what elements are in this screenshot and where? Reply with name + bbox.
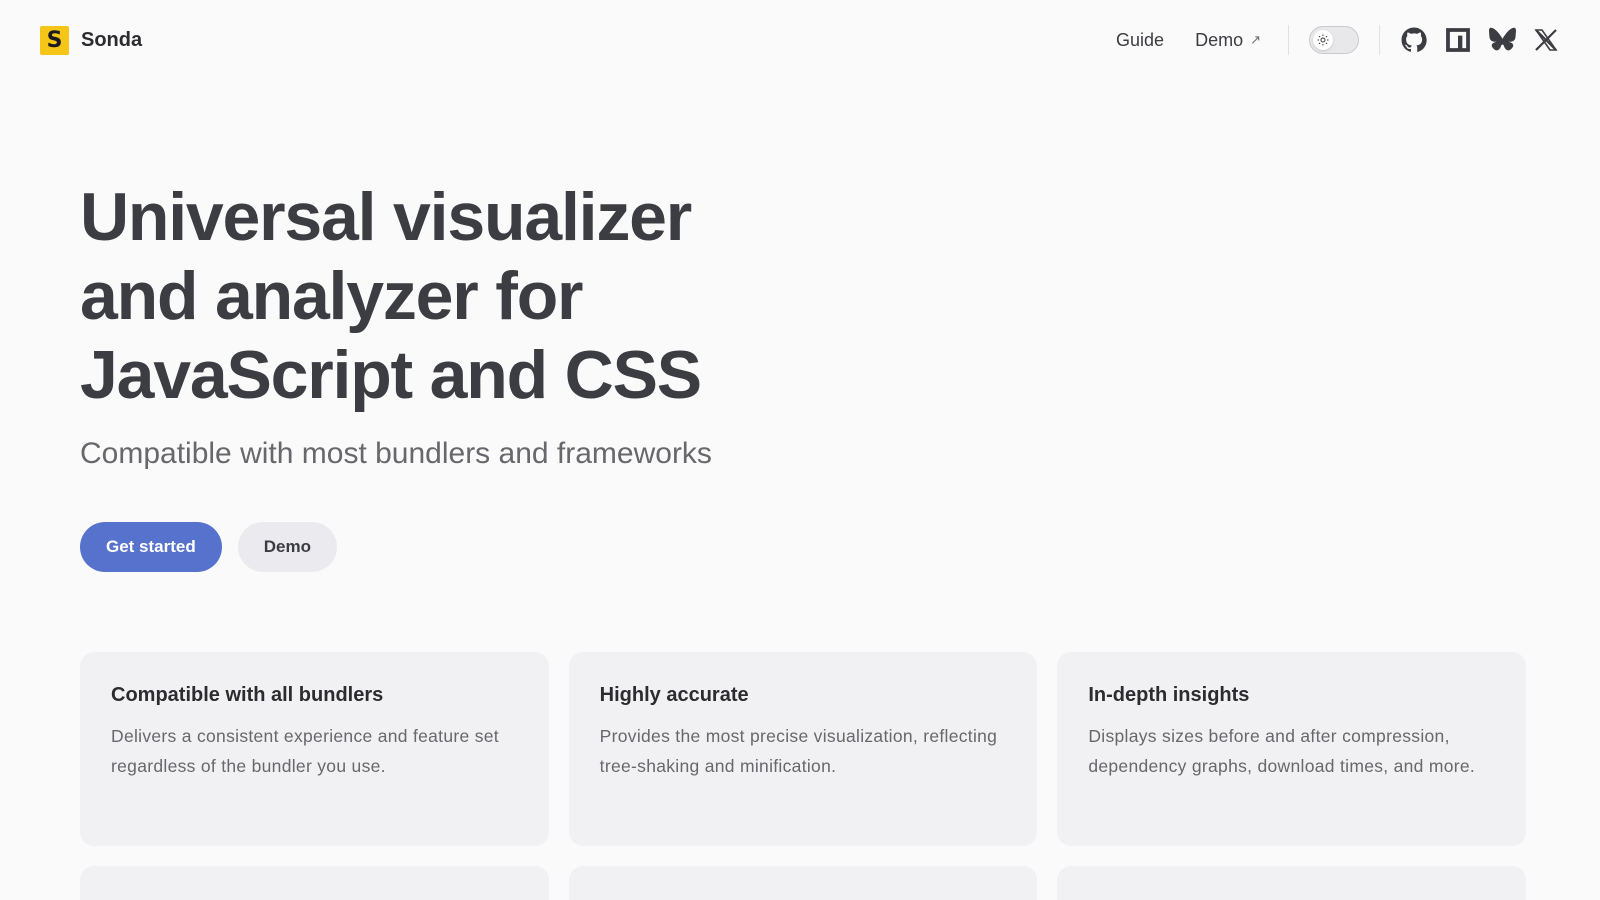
social-links	[1400, 26, 1560, 54]
feature-title: Compatible with all bundlers	[111, 684, 384, 706]
hero-title-line: JavaScript and CSS	[80, 337, 702, 413]
hero: Universal visualizer and analyzer for Ja…	[80, 178, 880, 471]
get-started-button[interactable]: Get started	[80, 522, 222, 572]
npm-icon[interactable]	[1444, 26, 1472, 54]
feature-card	[80, 866, 549, 900]
feature-card: Highly accurate Provides the most precis…	[568, 652, 1038, 846]
sonda-logo: S	[40, 25, 69, 55]
hero-actions: Get started Demo	[80, 522, 337, 572]
feature-description: Provides the most precise visualization,…	[599, 726, 998, 776]
nav-link-guide[interactable]: Guide	[1116, 30, 1164, 51]
feature-card	[1057, 866, 1526, 900]
demo-button[interactable]: Demo	[237, 522, 337, 572]
feature-card: Compatible with all bundlers Delivers a …	[80, 652, 549, 846]
x-icon[interactable]	[1532, 26, 1560, 54]
nav-divider	[1379, 25, 1380, 55]
theme-toggle[interactable]	[1309, 26, 1359, 54]
brand-home-link[interactable]: S Sonda	[40, 25, 143, 55]
feature-card: In-depth insights Displays sizes before …	[1057, 652, 1526, 846]
sun-icon	[1313, 30, 1333, 50]
hero-title: Universal visualizer and analyzer for Ja…	[80, 178, 880, 415]
feature-description: Delivers a consistent experience and fea…	[111, 726, 499, 776]
feature-description: Displays sizes before and after compress…	[1088, 726, 1476, 776]
features-grid: Compatible with all bundlers Delivers a …	[80, 652, 1526, 900]
feature-title: In-depth insights	[1088, 684, 1250, 706]
hero-title-line: and analyzer for	[80, 258, 583, 334]
external-link-icon: ↗	[1250, 32, 1261, 47]
brand-name: Sonda	[81, 28, 143, 51]
github-icon[interactable]	[1400, 26, 1428, 54]
nav-link-guide-label: Guide	[1116, 29, 1165, 50]
nav-divider	[1288, 25, 1289, 55]
nav-link-demo[interactable]: Demo ↗	[1195, 30, 1261, 51]
feature-title: Highly accurate	[599, 684, 749, 706]
top-nav: S Sonda Guide Demo ↗	[0, 0, 1600, 80]
nav-right: Guide Demo ↗	[1085, 0, 1560, 80]
hero-title-line: Universal visualizer	[80, 179, 692, 255]
feature-card	[568, 866, 1038, 900]
bluesky-icon[interactable]	[1488, 26, 1516, 54]
hero-tagline: Compatible with most bundlers and framew…	[80, 437, 712, 470]
nav-link-demo-label: Demo	[1195, 29, 1244, 50]
